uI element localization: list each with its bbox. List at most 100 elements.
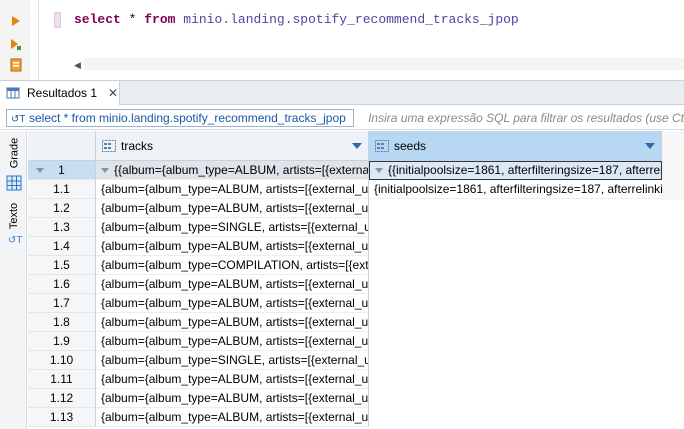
sql-query-icon: ↺T — [11, 114, 25, 124]
filter-bar: ↺T select * from minio.landing.spotify_r… — [0, 106, 684, 130]
explain-plan-icon[interactable] — [9, 58, 23, 72]
column-header-tracks[interactable]: tracks — [96, 131, 369, 161]
table-row[interactable]: 1.11 {album={album_type=ALBUM, artists=[{… — [28, 370, 662, 389]
cell-tracks-text: {album={album_type=ALBUM, artists=[{exte… — [101, 201, 369, 215]
cell-seeds-text: {{initialpoolsize=1861, afterfilteringsi… — [388, 163, 662, 177]
cell-tracks[interactable]: {album={album_type=ALBUM, artists=[{exte… — [96, 408, 369, 427]
cell-tracks[interactable]: {album={album_type=ALBUM, artists=[{exte… — [96, 294, 369, 313]
cell-tracks-text: {album={album_type=ALBUM, artists=[{exte… — [101, 277, 369, 291]
tab-grade-label: Grade — [8, 137, 21, 169]
row-number[interactable]: 1.4 — [28, 237, 96, 256]
cell-tracks-text: {album={album_type=SINGLE, artists=[{ext… — [101, 353, 369, 367]
results-grid[interactable]: tracks seeds 1 {{album={album_type=ALBUM,… — [28, 131, 684, 429]
scroll-left-icon[interactable]: ◀ — [74, 60, 81, 71]
tab-results-1[interactable]: Resultados 1 ✕ — [0, 81, 120, 105]
cell-tracks[interactable]: {{album={album_type=ALBUM, artists=[{ext… — [96, 161, 369, 180]
cell-tracks-text: {album={album_type=ALBUM, artists=[{exte… — [101, 391, 369, 405]
row-number[interactable]: 1.7 — [28, 294, 96, 313]
table-row[interactable]: 1.10 {album={album_type=SINGLE, artists=[… — [28, 351, 662, 370]
cell-tracks-text: {album={album_type=ALBUM, artists=[{exte… — [101, 410, 369, 424]
sql-star: * — [128, 12, 137, 27]
tab-grade[interactable]: Grade — [4, 135, 24, 171]
close-icon[interactable]: ✕ — [108, 86, 118, 100]
cell-tracks[interactable]: {album={album_type=SINGLE, artists=[{ext… — [96, 218, 369, 237]
row-expander-icon[interactable] — [101, 168, 109, 174]
sort-arrow-icon[interactable] — [352, 142, 362, 149]
row-expander-icon[interactable] — [36, 168, 44, 173]
row-number[interactable]: 1.5 — [28, 256, 96, 275]
text-view-icon[interactable]: ↺T — [8, 235, 23, 246]
row-number[interactable]: 1.12 — [28, 389, 96, 408]
editor-gutter-separator — [38, 0, 39, 80]
sql-statement[interactable]: select * from minio.landing.spotify_reco… — [74, 12, 519, 28]
cell-tracks[interactable]: {album={album_type=ALBUM, artists=[{exte… — [96, 389, 369, 408]
table-row[interactable]: 1.8 {album={album_type=ALBUM, artists=[{e… — [28, 313, 662, 332]
row-number[interactable]: 1.9 — [28, 332, 96, 351]
table-row[interactable]: 1.12 {album={album_type=ALBUM, artists=[{… — [28, 389, 662, 408]
sql-keyword-select: select — [74, 12, 121, 27]
row-number[interactable]: 1.13 — [28, 408, 96, 427]
row-number[interactable]: 1.6 — [28, 275, 96, 294]
column-header-label: seeds — [394, 138, 427, 153]
sql-table-name: minio.landing.spotify_recommend_tracks_j… — [183, 12, 519, 27]
table-row[interactable]: 1 {{album={album_type=ALBUM, artists=[{ex… — [28, 161, 662, 180]
table-row[interactable]: 1.6 {album={album_type=ALBUM, artists=[{e… — [28, 275, 662, 294]
cell-tracks[interactable]: {album={album_type=ALBUM, artists=[{exte… — [96, 313, 369, 332]
active-query-text: select * from minio.landing.spotify_reco… — [29, 111, 346, 125]
grid-corner[interactable] — [28, 131, 96, 161]
cell-tracks[interactable]: {album={album_type=ALBUM, artists=[{exte… — [96, 237, 369, 256]
svg-text:↺T: ↺T — [11, 114, 25, 124]
cell-tracks-text: {{album={album_type=ALBUM, artists=[{ext… — [114, 163, 369, 177]
column-header-seeds[interactable]: seeds — [369, 131, 662, 161]
cell-tracks[interactable]: {album={album_type=SINGLE, artists=[{ext… — [96, 351, 369, 370]
cell-tracks-text: {album={album_type=SINGLE, artists=[{ext… — [101, 220, 369, 234]
row-number[interactable]: 1.3 — [28, 218, 96, 237]
cell-tracks[interactable]: {album={album_type=ALBUM, artists=[{exte… — [96, 180, 369, 199]
editor-toolbar — [0, 0, 30, 80]
cell-tracks[interactable]: {album={album_type=ALBUM, artists=[{exte… — [96, 275, 369, 294]
sql-keyword-from: from — [144, 12, 176, 27]
active-query-box[interactable]: ↺T select * from minio.landing.spotify_r… — [6, 109, 354, 127]
cell-tracks[interactable]: {album={album_type=ALBUM, artists=[{exte… — [96, 199, 369, 218]
column-icon — [375, 139, 389, 152]
cell-tracks-text: {album={album_type=ALBUM, artists=[{exte… — [101, 182, 369, 196]
table-row[interactable]: 1.2 {album={album_type=ALBUM, artists=[{e… — [28, 199, 662, 218]
view-mode-panel: Grade Texto ↺T — [0, 131, 27, 429]
row-number[interactable]: 1.1 — [28, 180, 96, 199]
table-row[interactable]: 1.1 {album={album_type=ALBUM, artists=[{e… — [28, 180, 662, 199]
column-icon — [102, 139, 116, 152]
sql-editor[interactable]: select * from minio.landing.spotify_reco… — [0, 0, 684, 80]
grid-view-icon[interactable] — [6, 175, 22, 191]
grid-filler — [662, 131, 684, 200]
current-line-marker — [54, 12, 61, 28]
filter-placeholder: Insira uma expressão SQL para filtrar os… — [368, 111, 684, 125]
table-row[interactable]: 1.5 {album={album_type=COMPILATION, artis… — [28, 256, 662, 275]
table-row[interactable]: 1.9 {album={album_type=ALBUM, artists=[{e… — [28, 332, 662, 351]
table-row[interactable]: 1.3 {album={album_type=SINGLE, artists=[{… — [28, 218, 662, 237]
cell-tracks[interactable]: {album={album_type=ALBUM, artists=[{exte… — [96, 370, 369, 389]
row-expander-icon[interactable] — [375, 168, 383, 174]
editor-horizontal-scrollbar[interactable] — [84, 58, 684, 70]
row-number[interactable]: 1.8 — [28, 313, 96, 332]
table-row[interactable]: 1.4 {album={album_type=ALBUM, artists=[{e… — [28, 237, 662, 256]
cell-tracks-text: {album={album_type=ALBUM, artists=[{exte… — [101, 296, 369, 310]
run-script-icon[interactable] — [9, 37, 23, 51]
tab-texto[interactable]: Texto — [4, 199, 24, 233]
results-tab-icon — [6, 87, 20, 99]
tab-results-label: Resultados 1 — [27, 86, 98, 100]
filter-expression-input[interactable]: Insira uma expressão SQL para filtrar os… — [362, 109, 684, 127]
run-statement-icon[interactable] — [9, 14, 23, 28]
cell-seeds[interactable]: {initialpoolsize=1861, afterfilteringsiz… — [369, 180, 662, 199]
cell-seeds-text: {initialpoolsize=1861, afterfilteringsiz… — [374, 182, 662, 196]
row-number[interactable]: 1.2 — [28, 199, 96, 218]
cell-tracks[interactable]: {album={album_type=ALBUM, artists=[{exte… — [96, 332, 369, 351]
cell-tracks-text: {album={album_type=ALBUM, artists=[{exte… — [101, 372, 369, 386]
column-header-label: tracks — [121, 138, 154, 153]
table-row[interactable]: 1.13 {album={album_type=ALBUM, artists=[{… — [28, 408, 662, 427]
sort-arrow-icon[interactable] — [645, 142, 655, 149]
cell-seeds[interactable]: {{initialpoolsize=1861, afterfilteringsi… — [369, 161, 662, 180]
table-row[interactable]: 1.7 {album={album_type=ALBUM, artists=[{e… — [28, 294, 662, 313]
row-number[interactable]: 1.10 — [28, 351, 96, 370]
row-number[interactable]: 1.11 — [28, 370, 96, 389]
cell-tracks[interactable]: {album={album_type=COMPILATION, artists=… — [96, 256, 369, 275]
